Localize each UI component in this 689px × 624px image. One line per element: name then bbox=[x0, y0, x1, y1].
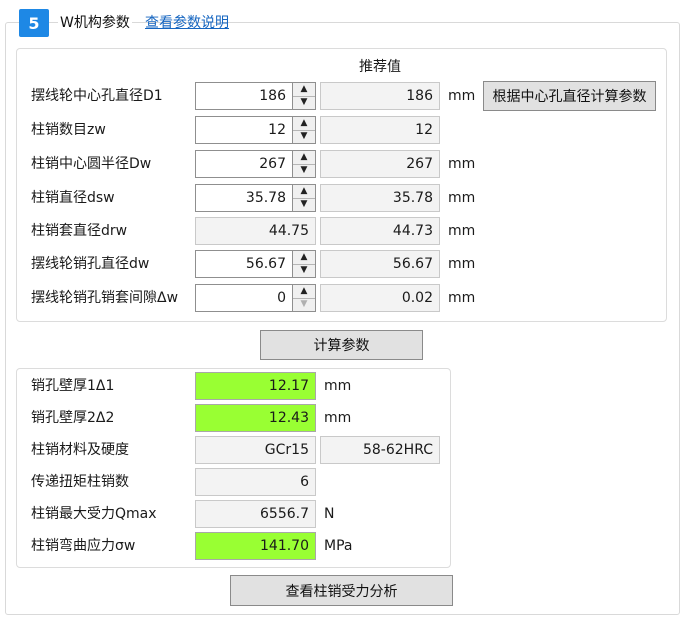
param-spinner-dw-radius[interactable]: ▲ ▼ bbox=[292, 150, 316, 178]
param-input-dsw[interactable]: 35.78 bbox=[195, 184, 292, 212]
spin-up-icon[interactable]: ▲ bbox=[293, 83, 315, 97]
param-input-d1[interactable]: 186 bbox=[195, 82, 292, 110]
param-spinner-clearance[interactable]: ▲ ▼ bbox=[292, 284, 316, 312]
recommended-header: 推荐值 bbox=[359, 59, 401, 75]
param-unit-d1: mm bbox=[448, 88, 476, 104]
spin-down-icon[interactable]: ▼ bbox=[293, 265, 315, 278]
param-recommended-dw-radius: 267 bbox=[320, 150, 440, 178]
param-value-drw: 44.75 bbox=[195, 217, 316, 245]
param-label-clearance: 摆线轮销孔销套间隙Δw bbox=[31, 290, 179, 306]
param-label-dw-hole: 摆线轮销孔直径dw bbox=[31, 256, 150, 272]
param-label-dsw: 柱销直径dsw bbox=[31, 190, 115, 206]
param-spinner-dsw[interactable]: ▲ ▼ bbox=[292, 184, 316, 212]
section-title: W机构参数 bbox=[58, 12, 132, 32]
param-input-clearance[interactable]: 0 bbox=[195, 284, 292, 312]
view-param-help-link[interactable]: 查看参数说明 bbox=[145, 12, 229, 32]
param-input-dw-radius[interactable]: 267 bbox=[195, 150, 292, 178]
result-label-torque-pins: 传递扭矩柱销数 bbox=[31, 474, 129, 490]
param-unit-dsw: mm bbox=[448, 190, 476, 206]
param-label-drw: 柱销套直径drw bbox=[31, 223, 128, 239]
param-unit-dw-hole: mm bbox=[448, 256, 476, 272]
spin-up-icon[interactable]: ▲ bbox=[293, 117, 315, 131]
result-value-material: GCr15 bbox=[195, 436, 316, 464]
spin-down-icon[interactable]: ▼ bbox=[293, 97, 315, 110]
param-unit-dw-radius: mm bbox=[448, 156, 476, 172]
calculate-params-button[interactable]: 计算参数 bbox=[260, 330, 423, 360]
spin-down-icon[interactable]: ▼ bbox=[293, 199, 315, 212]
param-input-dw-hole[interactable]: 56.67 bbox=[195, 250, 292, 278]
param-unit-clearance: mm bbox=[448, 290, 476, 306]
param-spinner-zw[interactable]: ▲ ▼ bbox=[292, 116, 316, 144]
spin-up-icon[interactable]: ▲ bbox=[293, 251, 315, 265]
param-label-zw: 柱销数目zw bbox=[31, 122, 106, 138]
result-unit-wall1: mm bbox=[324, 378, 352, 394]
view-pin-force-analysis-button[interactable]: 查看柱销受力分析 bbox=[230, 575, 453, 606]
spin-up-icon[interactable]: ▲ bbox=[293, 151, 315, 165]
param-recommended-zw: 12 bbox=[320, 116, 440, 144]
result-unit-wall2: mm bbox=[324, 410, 352, 426]
spin-down-icon[interactable]: ▼ bbox=[293, 299, 315, 312]
result-label-material: 柱销材料及硬度 bbox=[31, 442, 129, 458]
spin-up-icon[interactable]: ▲ bbox=[293, 285, 315, 299]
result-value-hardness: 58-62HRC bbox=[320, 436, 440, 464]
section-number-badge: 5 bbox=[19, 9, 49, 37]
calc-from-center-hole-button[interactable]: 根据中心孔直径计算参数 bbox=[483, 81, 656, 111]
result-unit-qmax: N bbox=[324, 506, 335, 522]
spin-down-icon[interactable]: ▼ bbox=[293, 165, 315, 178]
result-value-wall2: 12.43 bbox=[195, 404, 316, 432]
result-value-wall1: 12.17 bbox=[195, 372, 316, 400]
param-label-dw-radius: 柱销中心圆半径Dw bbox=[31, 156, 152, 172]
param-label-d1: 摆线轮中心孔直径D1 bbox=[31, 88, 163, 104]
param-recommended-dw-hole: 56.67 bbox=[320, 250, 440, 278]
result-label-bending-stress: 柱销弯曲应力σw bbox=[31, 538, 136, 554]
result-label-qmax: 柱销最大受力Qmax bbox=[31, 506, 157, 522]
result-value-bending-stress: 141.70 bbox=[195, 532, 316, 560]
result-unit-bending-stress: MPa bbox=[324, 538, 353, 554]
spin-up-icon[interactable]: ▲ bbox=[293, 185, 315, 199]
param-input-zw[interactable]: 12 bbox=[195, 116, 292, 144]
spin-down-icon[interactable]: ▼ bbox=[293, 131, 315, 144]
result-label-wall2: 销孔壁厚2Δ2 bbox=[31, 410, 115, 426]
param-recommended-d1: 186 bbox=[320, 82, 440, 110]
result-value-torque-pins: 6 bbox=[195, 468, 316, 496]
param-unit-drw: mm bbox=[448, 223, 476, 239]
param-recommended-drw: 44.73 bbox=[320, 217, 440, 245]
result-label-wall1: 销孔壁厚1Δ1 bbox=[31, 378, 115, 394]
result-value-qmax: 6556.7 bbox=[195, 500, 316, 528]
param-recommended-clearance: 0.02 bbox=[320, 284, 440, 312]
param-recommended-dsw: 35.78 bbox=[320, 184, 440, 212]
param-spinner-d1[interactable]: ▲ ▼ bbox=[292, 82, 316, 110]
param-spinner-dw-hole[interactable]: ▲ ▼ bbox=[292, 250, 316, 278]
